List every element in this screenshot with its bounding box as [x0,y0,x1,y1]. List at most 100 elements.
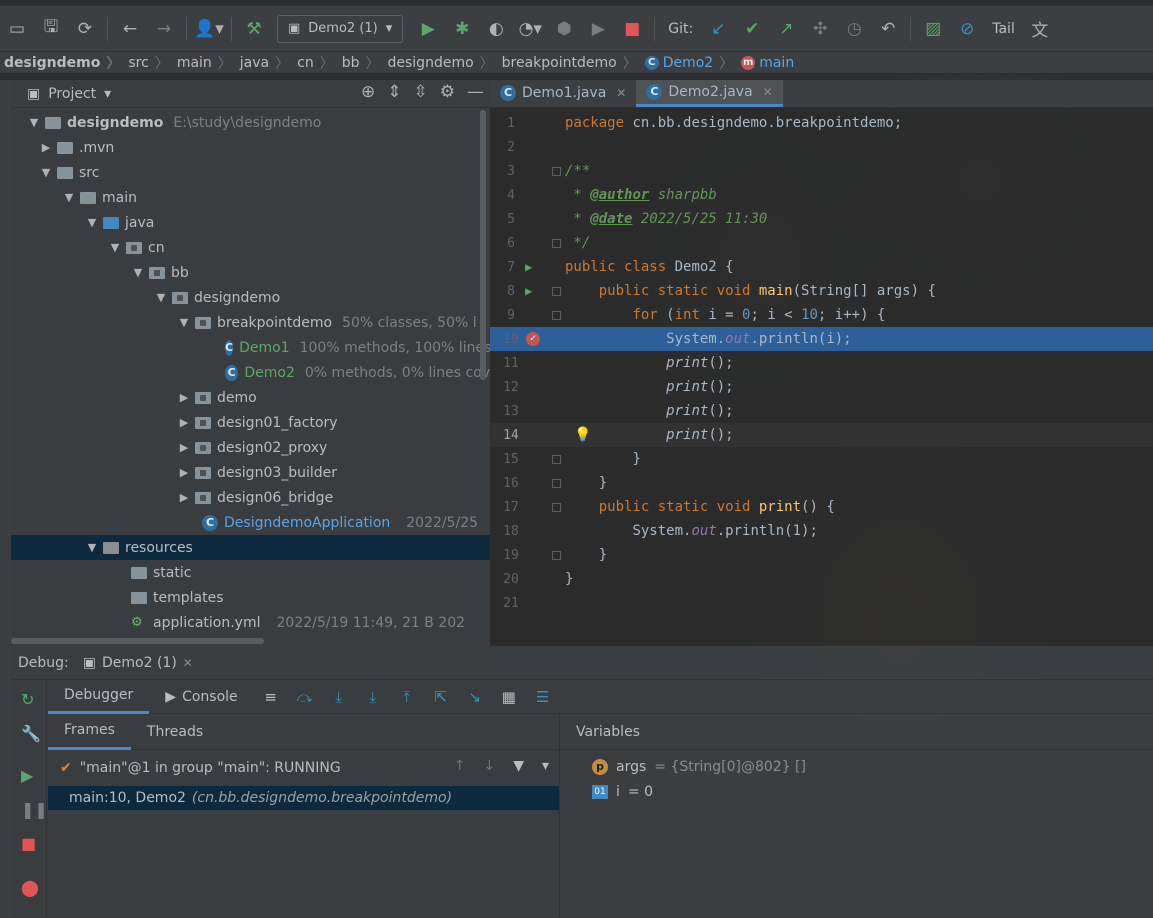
tree-item-designdemo-root[interactable]: ▼ designdemo E:\study\designdemo [11,110,490,135]
stop-icon[interactable]: ■ [21,834,36,853]
run-icon[interactable]: ▶ [411,14,445,44]
tab-demo1-java[interactable]: C Demo1.java ✕ [490,80,636,107]
tab-console[interactable]: ▶ Console [149,680,253,714]
expand-all-icon[interactable]: ⇕ [387,82,401,102]
coverage-icon[interactable]: ◐ [479,14,513,44]
breakpoint-icon[interactable]: ✓ [526,332,540,346]
step-into-icon[interactable]: ⤓ [322,688,356,706]
collapse-all-icon[interactable]: ⇳ [414,82,428,102]
tail-label[interactable]: Tail [984,21,1023,37]
breadcrumb-item[interactable]: m main [737,55,798,71]
forward-arrow-icon[interactable]: → [147,14,181,44]
breadcrumb-item[interactable]: java 〉 [236,53,293,73]
attach-icon[interactable]: ⬢ [547,14,581,44]
breadcrumb-item[interactable]: cn 〉 [293,53,338,73]
git-merge-icon[interactable]: ✣ [803,14,837,44]
run-gutter-icon[interactable]: ▶ [525,260,532,274]
horizontal-scrollbar[interactable] [11,638,264,644]
debug-bug-icon[interactable]: ✱ [445,14,479,44]
fold-icon[interactable] [552,454,561,464]
menu-icon[interactable]: ≡ [254,688,288,706]
locate-icon[interactable]: ⊕ [361,82,375,102]
tree-item-resources[interactable]: ▼ resources [11,535,490,560]
stack-frame[interactable]: main:10, Demo2 (cn.bb.designdemo.breakpo… [48,786,559,810]
tree-item-demo1[interactable]: C Demo1 100% methods, 100% lines [11,335,490,360]
profiler-icon[interactable]: ◔▾ [513,14,547,44]
rollback-icon[interactable]: ↶ [871,14,905,44]
tree-item-application-yml[interactable]: ⚙ application.yml 2022/5/19 11:49, 21 B … [11,610,490,635]
tree-item-static[interactable]: static [11,560,490,585]
variable-row[interactable]: p args = {String[0]@802} [] [560,754,1153,779]
run-to-cursor-icon[interactable]: ↘ [458,688,492,706]
arrow-up-icon[interactable]: ↑ [454,758,466,774]
resume-icon[interactable]: ▶ [581,14,615,44]
breadcrumb-item[interactable]: designdemo 〉 [0,53,124,73]
project-title[interactable]: Project [48,86,96,102]
history-icon[interactable]: ◷ [837,14,871,44]
tree-item-src[interactable]: ▼ src [11,160,490,185]
trace-icon[interactable]: ☰ [526,688,560,706]
force-step-into-icon[interactable]: ⤓ [356,688,390,706]
tree-item-demo2[interactable]: C Demo2 0% methods, 0% lines cov [11,360,490,385]
tab-debugger[interactable]: Debugger [48,680,150,714]
tab-threads[interactable]: Threads [131,714,219,750]
breadcrumb-item[interactable]: designdemo 〉 [384,53,498,73]
run-gutter-icon[interactable]: ▶ [525,284,532,298]
tree-item-designdemoapplication[interactable]: C DesigndemoApplication 2022/5/25 [11,510,490,535]
breadcrumb-item[interactable]: main 〉 [173,53,236,73]
tree-item-main[interactable]: ▼ main [11,185,490,210]
tree-item-design06-bridge[interactable]: ▶ design06_bridge [11,485,490,510]
rerun-icon[interactable]: ↻ [21,690,34,709]
pause-icon[interactable]: ❚❚ [21,800,48,819]
chevron-down-icon[interactable]: ▾ [104,86,111,102]
tree-item-java[interactable]: ▼ java [11,210,490,235]
run-configuration-select[interactable]: ▣ Demo2 (1) ▾ [277,14,404,43]
fold-icon[interactable] [552,478,561,488]
forbidden-icon[interactable]: ⊘ [950,14,984,44]
fold-icon[interactable] [552,238,561,248]
arrow-down-icon[interactable]: ↓ [483,758,495,774]
save-icon[interactable]: 🖫 [34,14,68,44]
tree-item-designdemo-pkg[interactable]: ▼ designdemo [11,285,490,310]
tree-item-design01-factory[interactable]: ▶ design01_factory [11,410,490,435]
breadcrumb-item[interactable]: src 〉 [124,53,172,73]
debug-session-tab[interactable]: ▣ Demo2 (1) ✕ [79,655,197,671]
minimize-icon[interactable]: — [467,82,484,102]
breadcrumb-item[interactable]: breakpointdemo 〉 [498,53,641,73]
tree-item-design02-proxy[interactable]: ▶ design02_proxy [11,435,490,460]
git-update-icon[interactable]: ↙ [701,14,735,44]
tree-item-design03-builder[interactable]: ▶ design03_builder [11,460,490,485]
stop-icon[interactable]: ■ [615,14,649,44]
breadcrumb-item[interactable]: bb 〉 [338,53,384,73]
step-over-icon[interactable]: ⤼ [288,688,322,706]
git-commit-icon[interactable]: ✔ [735,14,769,44]
variable-row[interactable]: 01 i = 0 [560,779,1153,804]
translate-icon[interactable]: 文 [1023,14,1057,44]
tree-item-cn[interactable]: ▼ cn [11,235,490,260]
drop-frame-icon[interactable]: ⇱ [424,688,458,706]
close-icon[interactable]: ✕ [763,85,773,99]
build-hammer-icon[interactable]: ⚒ [237,14,271,44]
monitor-icon[interactable]: ▨ [916,14,950,44]
resume-icon[interactable]: ▶ [21,766,33,785]
wrench-icon[interactable]: 🔧 [21,724,41,743]
user-icon[interactable]: 👤▾ [192,14,226,44]
gear-icon[interactable]: ⚙ [440,82,455,102]
git-push-icon[interactable]: ↗ [769,14,803,44]
step-out-icon[interactable]: ⤒ [390,688,424,706]
vertical-scrollbar[interactable] [480,110,486,380]
breadcrumb-item[interactable]: C Demo2 〉 [641,53,738,73]
tree-item-templates[interactable]: templates [11,585,490,610]
chevron-down-icon[interactable]: ▾ [542,758,549,774]
close-icon[interactable]: ✕ [183,656,193,670]
filter-icon[interactable]: ▼ [513,758,524,774]
tab-demo2-java[interactable]: C Demo2.java ✕ [636,80,783,107]
open-folder-icon[interactable]: ▭ [0,14,34,44]
fold-icon[interactable] [552,286,561,296]
evaluate-expression-icon[interactable]: ▦ [492,688,526,706]
tree-item-breakpointdemo[interactable]: ▼ breakpointdemo 50% classes, 50% l [11,310,490,335]
close-icon[interactable]: ✕ [616,86,626,100]
view-breakpoints-icon[interactable]: ⬤ [21,878,39,897]
fold-icon[interactable] [552,550,561,560]
sync-icon[interactable]: ⟳ [68,14,102,44]
